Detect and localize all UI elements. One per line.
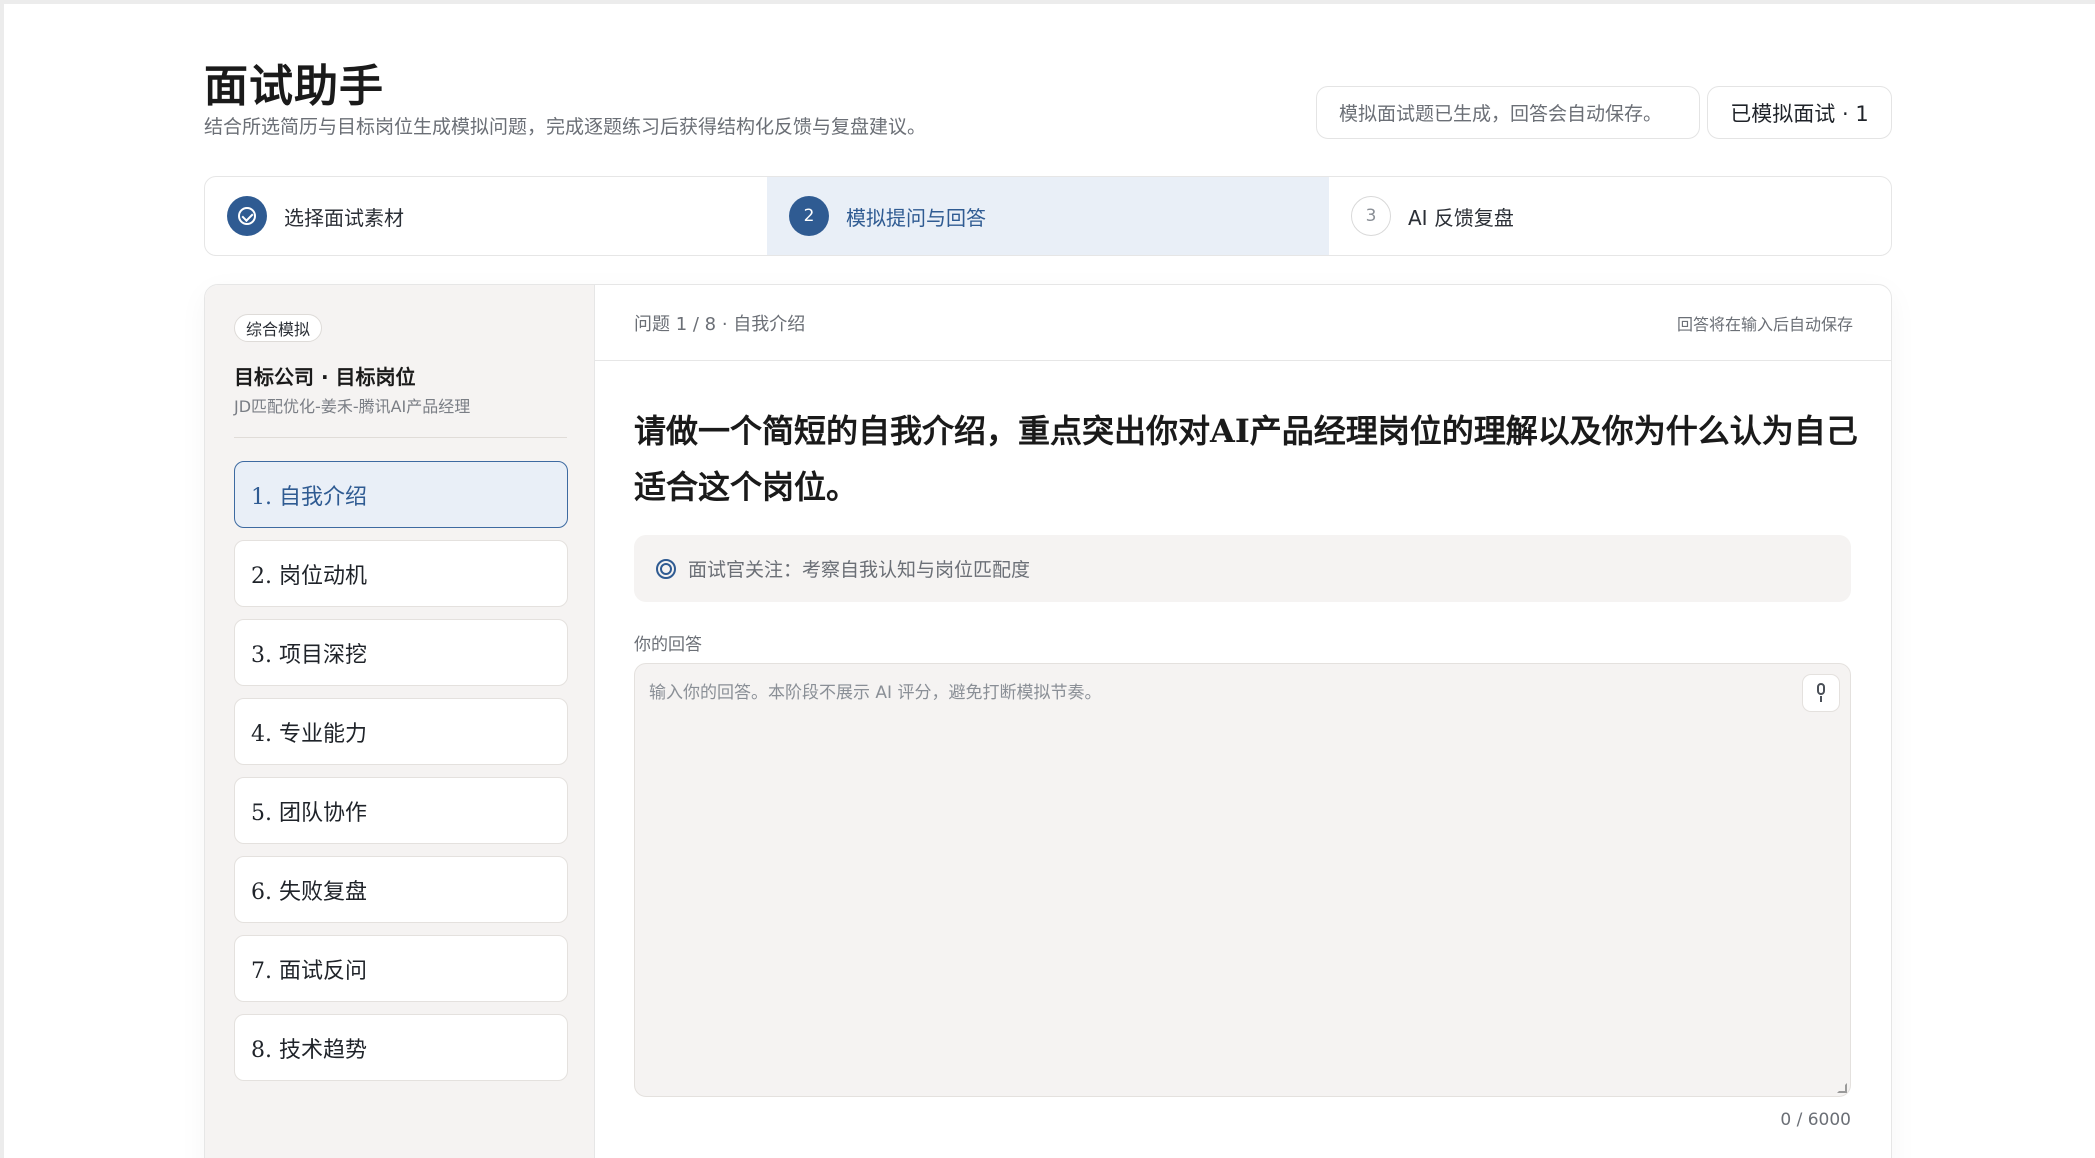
target-title: 目标公司 · 目标岗位 bbox=[234, 365, 416, 389]
progress-stepper: 选择面试素材 2 模拟提问与回答 3 AI 反馈复盘 bbox=[204, 176, 1892, 256]
answer-box bbox=[634, 663, 1851, 1097]
status-message: 模拟面试题已生成，回答会自动保存。 bbox=[1316, 86, 1700, 139]
step-select-materials[interactable]: 选择面试素材 bbox=[205, 177, 767, 255]
focus-text: 面试官关注：考察自我认知与岗位匹配度 bbox=[688, 559, 1031, 581]
question-item[interactable]: 3. 项目深挖 bbox=[234, 619, 568, 686]
answer-label: 你的回答 bbox=[634, 635, 702, 655]
voice-input-button[interactable] bbox=[1802, 674, 1840, 712]
step-label: 模拟提问与回答 bbox=[846, 205, 986, 230]
microphone-icon bbox=[1814, 683, 1828, 703]
interviewer-focus: 面试官关注：考察自我认知与岗位匹配度 bbox=[634, 535, 1851, 602]
target-resume-name: JD匹配优化-姜禾-腾讯AI产品经理 bbox=[234, 397, 471, 416]
question-list: 1. 自我介绍 2. 岗位动机 3. 项目深挖 4. 专业能力 5. 团队协作 … bbox=[234, 461, 568, 1093]
step-label: 选择面试素材 bbox=[284, 205, 404, 230]
question-text: 请做一个简短的自我介绍，重点突出你对AI产品经理岗位的理解以及你为什么认为自己适… bbox=[634, 412, 1858, 506]
question-progress: 问题 1 / 8 · 自我介绍 bbox=[634, 313, 806, 335]
target-icon bbox=[656, 558, 676, 579]
page-header: 面试助手 结合所选简历与目标岗位生成模拟问题，完成逐题练习后获得结构化反馈与复盘… bbox=[204, 0, 1892, 176]
question-item[interactable]: 2. 岗位动机 bbox=[234, 540, 568, 607]
question-sidebar: 综合模拟 目标公司 · 目标岗位 JD匹配优化-姜禾-腾讯AI产品经理 1. 自… bbox=[205, 285, 595, 1158]
question-item[interactable]: 7. 面试反问 bbox=[234, 935, 568, 1002]
answer-input[interactable] bbox=[635, 664, 1850, 1096]
page-container: 面试助手 结合所选简历与目标岗位生成模拟问题，完成逐题练习后获得结构化反馈与复盘… bbox=[204, 0, 1892, 1158]
autosave-note: 回答将在输入后自动保存 bbox=[1676, 314, 1853, 334]
question-item[interactable]: 5. 团队协作 bbox=[234, 777, 568, 844]
step-mock-qa[interactable]: 2 模拟提问与回答 bbox=[767, 177, 1329, 255]
window-left-border bbox=[0, 0, 4, 1158]
char-count: 0 / 6000 bbox=[1780, 1110, 1851, 1130]
question-main: 问题 1 / 8 · 自我介绍 回答将在输入后自动保存 请做一个简短的自我介绍，… bbox=[595, 285, 1891, 1158]
question-item[interactable]: 4. 专业能力 bbox=[234, 698, 568, 765]
step-number-badge: 2 bbox=[789, 196, 829, 236]
check-circle-icon bbox=[238, 207, 256, 225]
step-done-badge bbox=[227, 196, 267, 236]
question-item[interactable]: 6. 失败复盘 bbox=[234, 856, 568, 923]
step-ai-feedback[interactable]: 3 AI 反馈复盘 bbox=[1329, 177, 1891, 255]
mode-badge: 综合模拟 bbox=[234, 314, 323, 342]
question-item[interactable]: 8. 技术趋势 bbox=[234, 1014, 568, 1081]
step-number-badge: 3 bbox=[1351, 196, 1391, 236]
page-title: 面试助手 bbox=[204, 61, 384, 112]
interview-panel: 综合模拟 目标公司 · 目标岗位 JD匹配优化-姜禾-腾讯AI产品经理 1. 自… bbox=[204, 284, 1892, 1158]
question-item[interactable]: 1. 自我介绍 bbox=[234, 461, 568, 528]
page-subtitle: 结合所选简历与目标岗位生成模拟问题，完成逐题练习后获得结构化反馈与复盘建议。 bbox=[204, 116, 927, 138]
divider bbox=[234, 437, 567, 438]
question-header: 问题 1 / 8 · 自我介绍 回答将在输入后自动保存 bbox=[595, 285, 1891, 361]
interview-count-button[interactable]: 已模拟面试 · 1 bbox=[1707, 86, 1892, 139]
step-label: AI 反馈复盘 bbox=[1408, 205, 1514, 230]
